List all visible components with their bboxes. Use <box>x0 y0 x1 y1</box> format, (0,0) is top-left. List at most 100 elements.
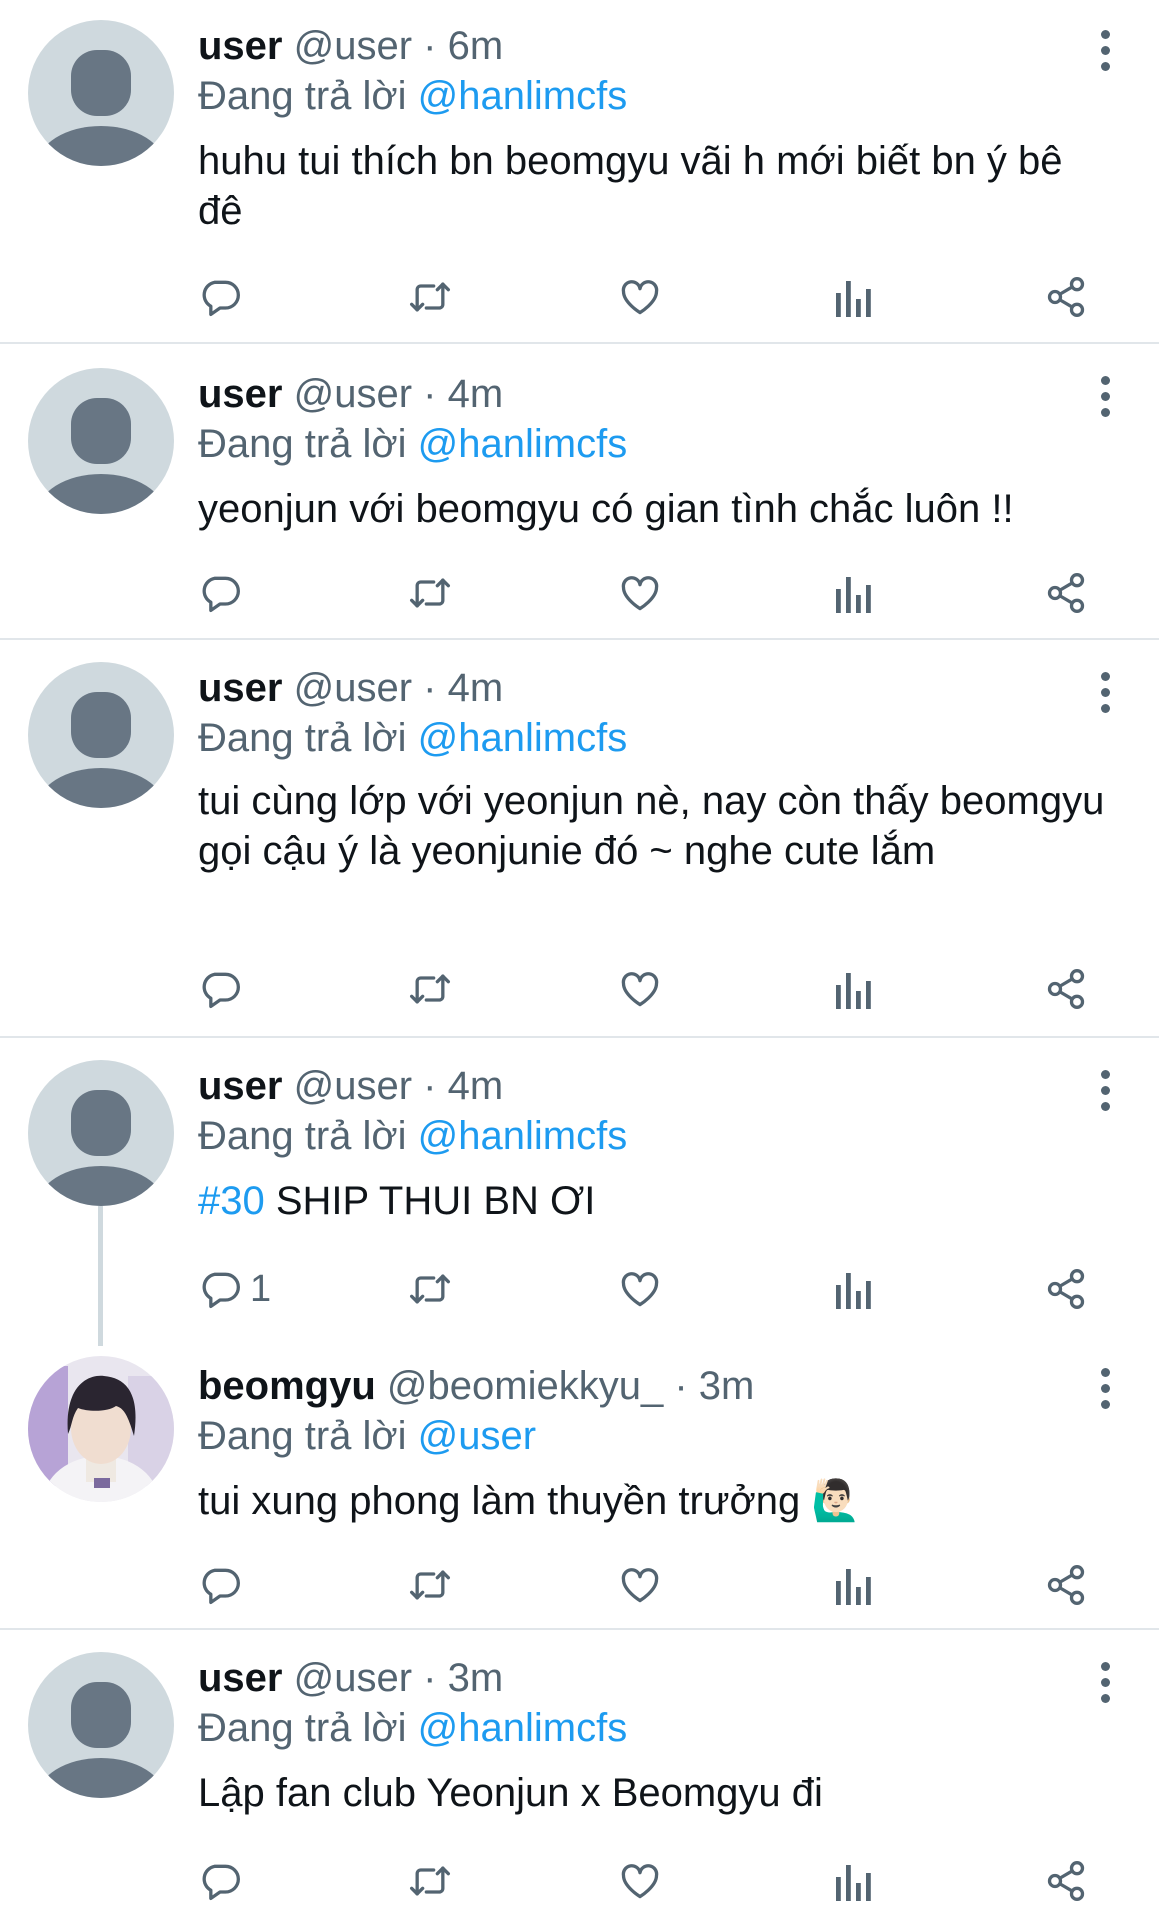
reply-icon <box>202 1568 240 1605</box>
more-options-icon[interactable] <box>1095 1662 1115 1706</box>
action-bar <box>198 1858 1098 1904</box>
timestamp[interactable]: 3m <box>699 1364 755 1408</box>
retweet-icon <box>410 282 450 312</box>
like-button[interactable] <box>618 1858 662 1904</box>
divider <box>0 1036 1159 1038</box>
display-name[interactable]: user <box>198 1064 283 1108</box>
share-icon <box>1047 1269 1085 1309</box>
share-button[interactable] <box>1044 966 1088 1012</box>
timestamp[interactable]: 4m <box>448 1064 504 1108</box>
reply-button[interactable] <box>198 274 250 320</box>
heart-icon <box>621 1272 659 1307</box>
analytics-icon <box>836 1273 871 1309</box>
share-button[interactable] <box>1044 1562 1088 1608</box>
retweet-button[interactable] <box>406 1562 454 1608</box>
retweet-button[interactable] <box>406 1266 454 1312</box>
mention-link[interactable]: @hanlimcfs <box>418 1706 628 1750</box>
avatar[interactable] <box>28 1060 174 1206</box>
tweet-header: user @user · 6m <box>198 22 503 70</box>
hashtag-link[interactable]: #30 <box>198 1179 265 1223</box>
views-button[interactable] <box>834 1266 874 1312</box>
divider <box>0 342 1159 344</box>
share-icon <box>1047 969 1085 1009</box>
separator: · <box>663 1364 699 1408</box>
action-bar <box>198 274 1098 320</box>
share-button[interactable] <box>1044 570 1088 616</box>
avatar[interactable] <box>28 662 174 808</box>
mention-link[interactable]: @hanlimcfs <box>418 716 628 760</box>
retweet-button[interactable] <box>406 966 454 1012</box>
like-button[interactable] <box>618 1266 662 1312</box>
display-name[interactable]: user <box>198 666 283 710</box>
user-handle[interactable]: @user <box>294 1064 412 1108</box>
share-button[interactable] <box>1044 1858 1088 1904</box>
retweet-icon <box>410 1274 450 1304</box>
replying-label: Đang trả lời <box>198 716 418 760</box>
analytics-icon <box>836 1569 871 1605</box>
retweet-button[interactable] <box>406 570 454 616</box>
more-options-icon[interactable] <box>1095 376 1115 420</box>
share-button[interactable] <box>1044 274 1088 320</box>
timestamp[interactable]: 4m <box>448 372 504 416</box>
more-options-icon[interactable] <box>1095 1368 1115 1412</box>
display-name[interactable]: beomgyu <box>198 1364 376 1408</box>
user-handle[interactable]: @user <box>294 1656 412 1700</box>
tweet-text: tui cùng lớp với yeonjun nè, nay còn thấ… <box>198 779 1105 873</box>
timestamp[interactable]: 3m <box>448 1656 504 1700</box>
retweet-button[interactable] <box>406 274 454 320</box>
like-button[interactable] <box>618 966 662 1012</box>
action-bar <box>198 966 1098 1012</box>
views-button[interactable] <box>834 570 874 616</box>
like-button[interactable] <box>618 570 662 616</box>
more-options-icon[interactable] <box>1095 1070 1115 1114</box>
more-options-icon[interactable] <box>1095 30 1115 74</box>
user-handle[interactable]: @beomiekkyu_ <box>387 1364 663 1408</box>
separator: · <box>412 24 448 68</box>
like-button[interactable] <box>618 274 662 320</box>
user-handle[interactable]: @user <box>294 372 412 416</box>
reply-button[interactable] <box>198 570 250 616</box>
retweet-button[interactable] <box>406 1858 454 1904</box>
tweet-header: user @user · 4m <box>198 664 503 712</box>
share-button[interactable] <box>1044 1266 1088 1312</box>
views-button[interactable] <box>834 274 874 320</box>
display-name[interactable]: user <box>198 1656 283 1700</box>
mention-link[interactable]: @user <box>418 1414 536 1458</box>
analytics-icon <box>836 973 871 1009</box>
replying-to: Đang trả lời @hanlimcfs <box>198 72 627 120</box>
reply-icon <box>202 576 240 613</box>
views-button[interactable] <box>834 966 874 1012</box>
views-button[interactable] <box>834 1562 874 1608</box>
like-button[interactable] <box>618 1562 662 1608</box>
reply-button[interactable] <box>198 966 250 1012</box>
timestamp[interactable]: 4m <box>448 666 504 710</box>
user-handle[interactable]: @user <box>294 666 412 710</box>
heart-icon <box>621 576 659 611</box>
divider <box>0 638 1159 640</box>
user-handle[interactable]: @user <box>294 24 412 68</box>
separator: · <box>412 1656 448 1700</box>
avatar[interactable] <box>28 368 174 514</box>
avatar-photo[interactable] <box>28 1356 174 1502</box>
more-options-icon[interactable] <box>1095 672 1115 716</box>
reply-icon <box>202 1272 240 1309</box>
reply-button[interactable]: 1 <box>198 1266 271 1312</box>
divider <box>0 1628 1159 1630</box>
display-name[interactable]: user <box>198 24 283 68</box>
reply-button[interactable] <box>198 1858 250 1904</box>
separator: · <box>412 372 448 416</box>
retweet-icon <box>410 974 450 1004</box>
views-button[interactable] <box>834 1858 874 1904</box>
avatar[interactable] <box>28 20 174 166</box>
share-icon <box>1047 1861 1085 1901</box>
timestamp[interactable]: 6m <box>448 24 504 68</box>
reply-button[interactable] <box>198 1562 250 1608</box>
mention-link[interactable]: @hanlimcfs <box>418 422 628 466</box>
mention-link[interactable]: @hanlimcfs <box>418 74 628 118</box>
display-name[interactable]: user <box>198 372 283 416</box>
tweet-text-rest: SHIP THUI BN ƠI <box>264 1179 596 1223</box>
avatar[interactable] <box>28 1652 174 1798</box>
mention-link[interactable]: @hanlimcfs <box>418 1114 628 1158</box>
replying-to: Đang trả lời @hanlimcfs <box>198 1112 627 1160</box>
action-bar <box>198 570 1098 616</box>
